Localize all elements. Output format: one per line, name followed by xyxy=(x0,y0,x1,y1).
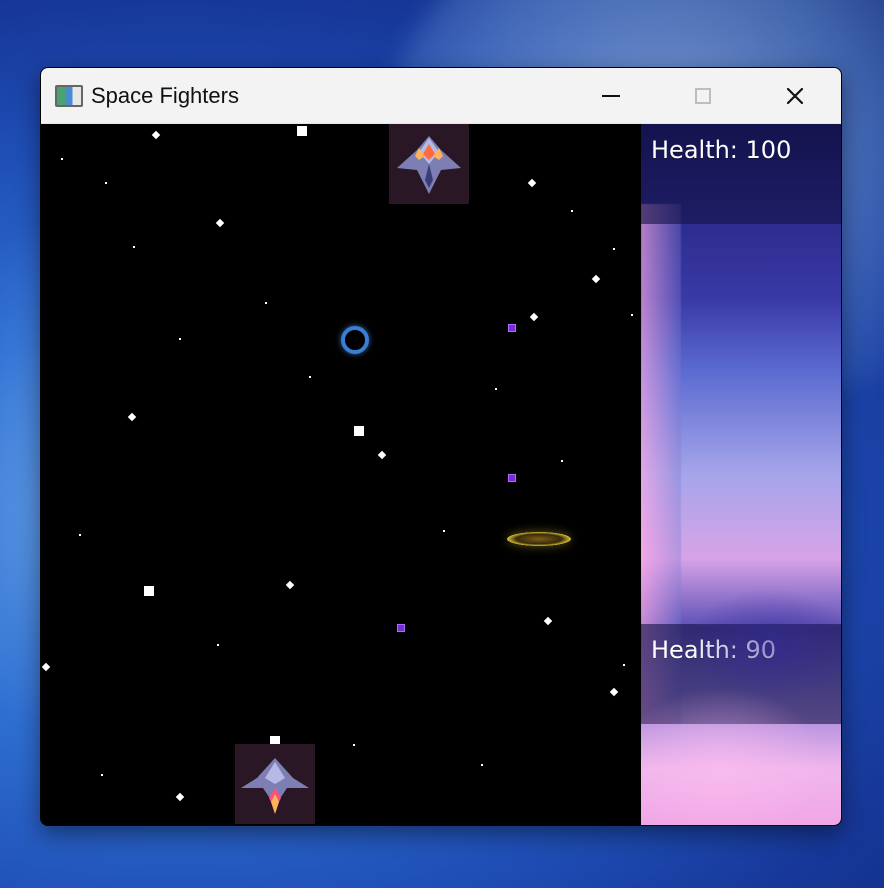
enemy-ship xyxy=(389,124,469,204)
maximize-button[interactable] xyxy=(657,68,749,124)
star-small xyxy=(79,534,81,536)
star-small xyxy=(561,460,563,462)
star-small xyxy=(265,302,267,304)
game-area: Health: 100 Health: 90 xyxy=(41,124,841,825)
hud-panel: Health: 100 Health: 90 xyxy=(641,124,841,825)
star-small xyxy=(481,764,483,766)
star-small xyxy=(623,664,625,666)
star-block xyxy=(144,586,154,596)
star-small xyxy=(133,246,135,248)
app-icon xyxy=(55,84,83,107)
enemy-projectile xyxy=(397,624,405,632)
star-small xyxy=(495,388,497,390)
star-small xyxy=(443,530,445,532)
star xyxy=(591,274,601,284)
star-small xyxy=(217,644,219,646)
player-ship xyxy=(235,744,315,824)
star-small xyxy=(353,744,355,746)
star xyxy=(377,450,387,460)
title-bar[interactable]: Space Fighters xyxy=(41,68,841,124)
star-small xyxy=(631,314,633,316)
star-small xyxy=(613,248,615,250)
star xyxy=(543,616,553,626)
enemy-health-text: Health: 100 xyxy=(651,136,792,164)
star xyxy=(609,687,619,697)
star xyxy=(151,130,161,140)
star-block xyxy=(297,126,307,136)
star-block xyxy=(354,426,364,436)
window-controls xyxy=(565,68,841,124)
star xyxy=(175,792,185,802)
enemy-projectile xyxy=(508,324,516,332)
space-field xyxy=(41,124,641,825)
close-button[interactable] xyxy=(749,68,841,124)
player-health-banner: Health: 90 xyxy=(641,624,841,724)
player-health-text: Health: 90 xyxy=(651,636,777,664)
star-small xyxy=(309,376,311,378)
close-icon xyxy=(784,85,806,107)
enemy-projectile xyxy=(508,474,516,482)
star-small xyxy=(101,774,103,776)
game-window: Space Fighters Health: 100 Health: 90 xyxy=(40,67,842,826)
star xyxy=(127,412,137,422)
window-title: Space Fighters xyxy=(91,82,239,108)
star-small xyxy=(105,182,107,184)
wormhole xyxy=(341,326,369,354)
star xyxy=(529,312,539,322)
minimize-icon xyxy=(600,85,622,107)
star-small xyxy=(179,338,181,340)
player-ship-icon xyxy=(235,758,315,825)
star-small xyxy=(571,210,573,212)
star xyxy=(285,580,295,590)
minimize-button[interactable] xyxy=(565,68,657,124)
star xyxy=(527,178,537,188)
star-small xyxy=(61,158,63,160)
enemy-health-banner: Health: 100 xyxy=(641,124,841,224)
floating-ring xyxy=(507,532,571,546)
enemy-ship-icon xyxy=(389,136,469,208)
star xyxy=(215,218,225,228)
star xyxy=(41,662,51,672)
maximize-icon xyxy=(692,85,714,107)
